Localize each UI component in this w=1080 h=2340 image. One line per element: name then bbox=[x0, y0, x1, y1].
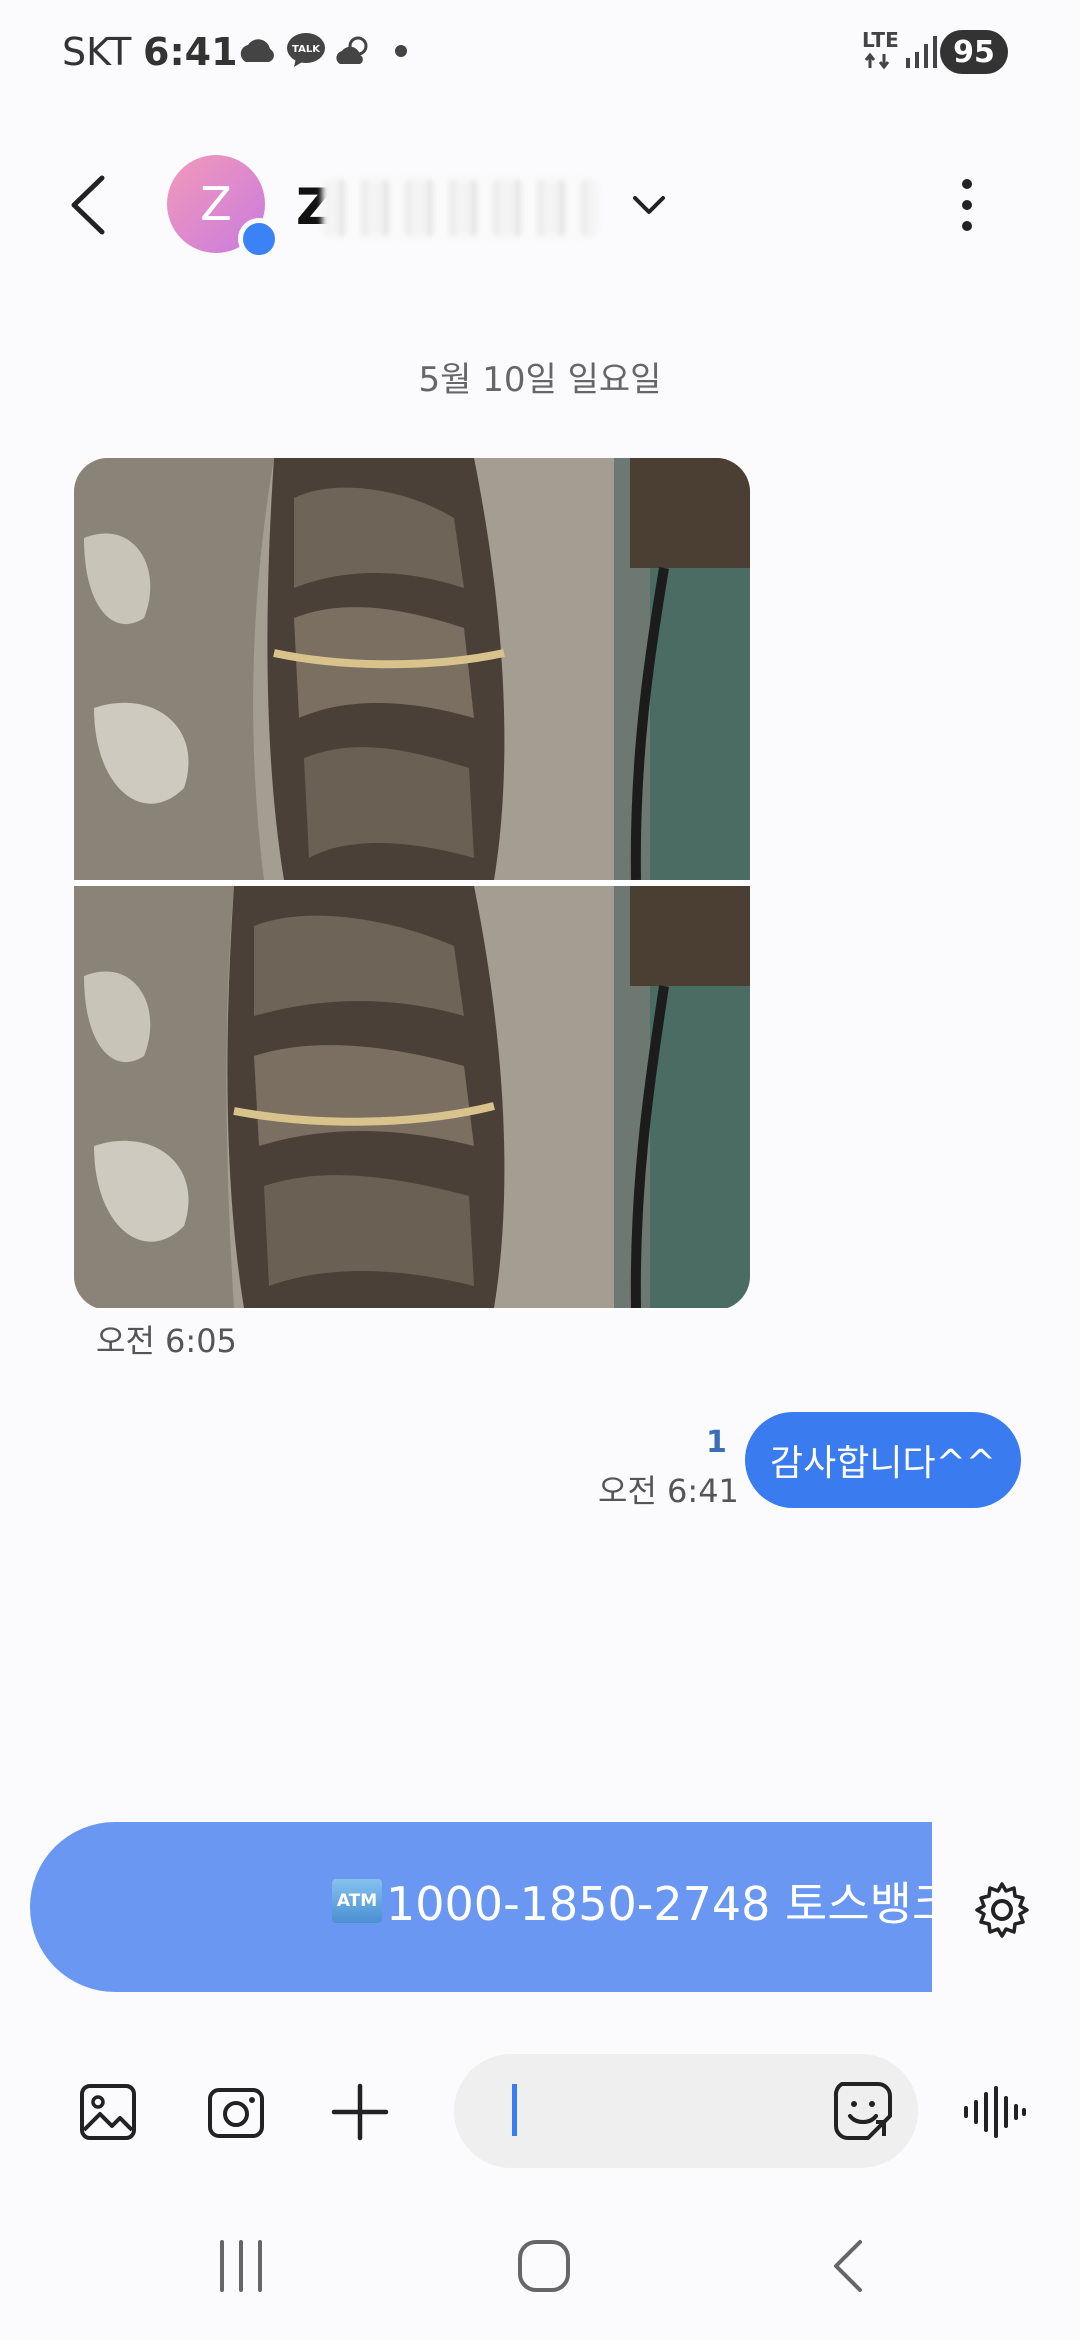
status-time: 6:41 bbox=[143, 30, 238, 74]
atm-icon: ATM bbox=[332, 1879, 382, 1923]
suggestion-chip[interactable]: ATM 1000-1850-2748 토스뱅크 예 bbox=[30, 1822, 932, 1992]
message-input[interactable] bbox=[530, 2074, 810, 2146]
redacted-name-mask bbox=[322, 180, 598, 236]
plus-icon[interactable] bbox=[328, 2080, 392, 2144]
dot-icon bbox=[395, 45, 407, 57]
suggestion-content: ATM 1000-1850-2748 토스뱅크 예 bbox=[332, 1868, 932, 1934]
partly-cloudy-icon bbox=[336, 36, 368, 64]
suggestion-text: 1000-1850-2748 토스뱅크 예 bbox=[386, 1877, 932, 1931]
received-photo[interactable] bbox=[74, 886, 750, 1308]
cloud-icon bbox=[240, 39, 274, 62]
gallery-icon[interactable] bbox=[76, 2080, 140, 2144]
status-bar: SKT 6:41 TALK LTE 95 bbox=[0, 0, 1080, 100]
recents-icon[interactable] bbox=[216, 2238, 266, 2294]
rcs-badge-icon bbox=[238, 218, 280, 260]
carrier-label: SKT bbox=[62, 30, 132, 74]
battery-icon: 95 bbox=[940, 30, 1008, 74]
chevron-down-icon[interactable] bbox=[630, 190, 668, 220]
svg-text:TALK: TALK bbox=[292, 44, 321, 55]
camera-icon[interactable] bbox=[204, 2080, 268, 2144]
signal-icon bbox=[906, 36, 937, 68]
date-separator: 5월 10일 일요일 bbox=[418, 360, 662, 400]
gear-icon[interactable] bbox=[972, 1880, 1032, 1940]
unread-count: 1 bbox=[706, 1425, 727, 1460]
home-icon[interactable] bbox=[516, 2238, 572, 2294]
lte-icon: LTE bbox=[862, 28, 899, 52]
received-photo-bubble[interactable] bbox=[74, 458, 750, 1310]
received-timestamp: 오전 6:05 bbox=[96, 1322, 237, 1360]
back-button[interactable] bbox=[60, 170, 120, 240]
kakaotalk-icon: TALK bbox=[287, 33, 325, 67]
back-icon[interactable] bbox=[828, 2238, 868, 2294]
lte-arrows-icon bbox=[864, 52, 890, 70]
received-photo[interactable] bbox=[74, 458, 750, 880]
voice-icon[interactable] bbox=[962, 2084, 1026, 2140]
text-cursor bbox=[512, 2084, 517, 2136]
more-options-icon[interactable] bbox=[945, 170, 989, 240]
sticker-icon[interactable] bbox=[832, 2080, 894, 2142]
sent-timestamp: 오전 6:41 bbox=[598, 1472, 739, 1510]
sent-message-bubble[interactable]: 감사합니다^^ bbox=[745, 1412, 1021, 1508]
